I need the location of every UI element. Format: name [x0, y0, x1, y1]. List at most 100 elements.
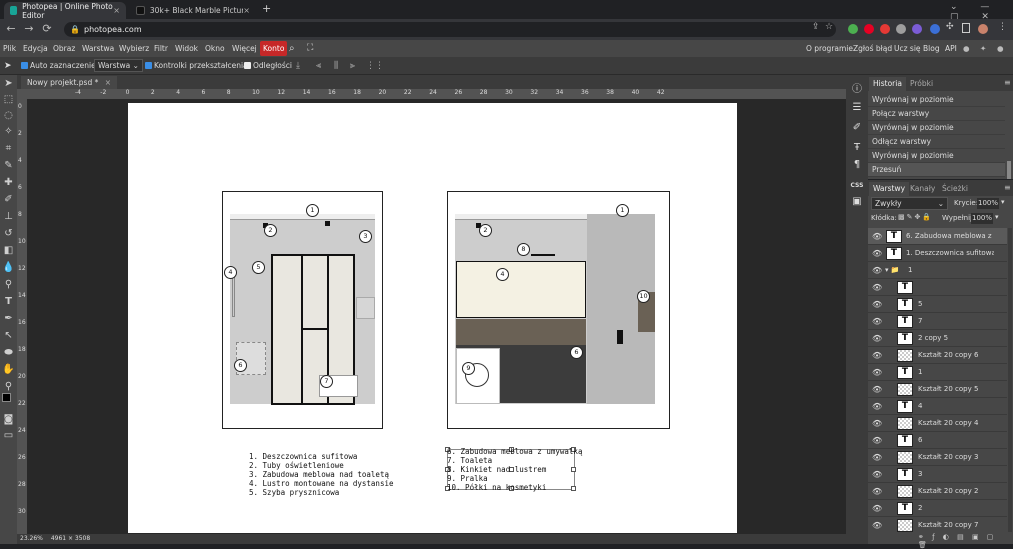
eye-icon[interactable]: 👁 [872, 228, 882, 245]
zoom-level[interactable]: 23.26% [20, 535, 43, 542]
history-brush-tool-icon[interactable]: ↺ [2, 227, 15, 240]
menu-filter[interactable]: Filtr [154, 40, 168, 57]
quick-mask-icon[interactable]: ◙ [2, 413, 15, 426]
move-tool-icon[interactable]: ➤ [2, 77, 15, 90]
scrollbar[interactable] [1007, 161, 1011, 179]
eye-icon[interactable]: 👁 [872, 364, 882, 381]
url-field[interactable]: 🔒 photopea.com [64, 22, 836, 37]
eye-icon[interactable]: 👁 [872, 432, 882, 449]
menu-edit[interactable]: Edycja [23, 40, 48, 57]
layer-actions-icons[interactable]: ⚭ ƒ ◐ ▤ ▣ ▢ 🗑 [918, 533, 1013, 549]
twitter-icon[interactable]: ✦ [980, 40, 986, 57]
clone-stamp-tool-icon[interactable]: ⊥ [2, 210, 15, 223]
chevron-down-icon[interactable]: ▾ [1001, 198, 1005, 206]
scrollbar[interactable] [1008, 228, 1012, 532]
history-item[interactable]: Wyrównaj w poziomie [868, 121, 1005, 135]
transform-controls-checkbox[interactable]: Kontrolki przekształcenia [145, 60, 248, 72]
eye-icon[interactable]: 👁 [872, 415, 882, 432]
reddit-icon[interactable]: ● [963, 40, 970, 57]
align-left-icon[interactable]: ⫷ [316, 60, 321, 72]
marquee-tool-icon[interactable]: ⬚ [2, 93, 15, 106]
opacity-field[interactable]: 100% [977, 198, 999, 209]
screen-mode-icon[interactable]: ▭ [2, 429, 15, 442]
menu-select[interactable]: Wybierz [119, 40, 149, 57]
facebook-icon[interactable]: ● [997, 40, 1004, 57]
eye-icon[interactable]: 👁 [872, 483, 882, 500]
menu-view[interactable]: Widok [175, 40, 198, 57]
character-panel-icon[interactable]: Ŧ [850, 141, 864, 155]
align-center-icon[interactable]: ⫼ [334, 60, 338, 72]
eye-icon[interactable]: 👁 [872, 398, 882, 415]
eye-icon[interactable]: 👁 [872, 500, 882, 517]
layer-row[interactable]: 👁 T 7 [868, 313, 1007, 330]
menu-more[interactable]: Więcej [232, 40, 257, 57]
close-icon[interactable]: × [243, 6, 250, 15]
close-icon[interactable]: × [113, 6, 120, 15]
history-item[interactable]: Połącz warstwy [868, 107, 1005, 121]
eye-icon[interactable]: 👁 [872, 262, 882, 279]
lock-options-icons[interactable]: ▩✎✥🔒 [898, 213, 933, 221]
distribute-icon[interactable]: ⋮⋮ [366, 60, 384, 72]
panel-menu-icon[interactable]: ≡ [1004, 183, 1011, 192]
layer-row[interactable]: 👁 T 1 [868, 364, 1007, 381]
layer-group-row[interactable]: 👁 ▾ 📁 1 [868, 262, 1007, 279]
move-tool-icon[interactable]: ➤ [4, 60, 12, 72]
foreground-color-swatch[interactable] [2, 393, 11, 402]
layer-row[interactable]: 👁 Kształt 20 copy 6 [868, 347, 1007, 364]
layer-row[interactable]: 👁 Kształt 20 copy 2 [868, 483, 1007, 500]
layer-row[interactable]: 👁 T [868, 279, 1007, 296]
eye-icon[interactable]: 👁 [872, 313, 882, 330]
image-panel-icon[interactable]: ▣ [850, 195, 864, 209]
pen-tool-icon[interactable]: ✒ [2, 312, 15, 325]
layer-row[interactable]: 👁 Kształt 20 copy 4 [868, 415, 1007, 432]
tab-history[interactable]: Historia [869, 77, 906, 91]
forward-icon[interactable]: → [22, 22, 36, 36]
info-icon[interactable]: ⓘ [850, 83, 864, 97]
history-item[interactable]: Odłącz warstwy [868, 135, 1005, 149]
chevron-down-icon[interactable]: ▾ [995, 213, 999, 221]
tab-layers[interactable]: Warstwy [869, 182, 910, 196]
paragraph-panel-icon[interactable]: ¶ [850, 158, 864, 172]
about-link[interactable]: O programie [806, 40, 853, 57]
legend-right[interactable]: 6. Zabudowa meblowa z umywalką 7. Toalet… [447, 447, 582, 492]
api-link[interactable]: API [945, 40, 957, 57]
eye-icon[interactable]: 👁 [872, 347, 882, 364]
layer-row[interactable]: 👁 T 4 [868, 398, 1007, 415]
brush-panel-icon[interactable]: ✐ [850, 121, 864, 135]
layer-row[interactable]: 👁 T 2 copy 5 [868, 330, 1007, 347]
eye-icon[interactable]: 👁 [872, 381, 882, 398]
menu-file[interactable]: Plik [3, 40, 16, 57]
dodge-tool-icon[interactable]: ⚲ [2, 278, 15, 291]
extension-grey-icon[interactable] [896, 24, 906, 34]
eye-icon[interactable]: 👁 [872, 517, 882, 532]
crop-tool-icon[interactable]: ⌗ [2, 142, 15, 155]
eye-icon[interactable]: 👁 [872, 245, 882, 262]
new-tab-button[interactable]: + [262, 2, 271, 15]
layer-row[interactable]: 👁 Kształt 20 copy 3 [868, 449, 1007, 466]
auto-select-checkbox[interactable]: Auto zaznaczenie [21, 60, 96, 72]
blend-mode-dropdown[interactable]: Zwykły ⌄ [871, 197, 948, 210]
close-icon[interactable]: × [105, 78, 111, 87]
right-wall-elevation-frame[interactable]: 1 2 8 4 10 6 9 [447, 191, 670, 429]
css-panel-icon[interactable]: CSS [850, 179, 864, 193]
history-item-current[interactable]: Przesuń [868, 163, 1005, 177]
fullscreen-icon[interactable]: ⛶ [307, 40, 313, 57]
tab-swatches[interactable]: Próbki [906, 77, 937, 91]
layer-row[interactable]: 👁 T 5 [868, 296, 1007, 313]
extensions-puzzle-icon[interactable]: ✣ [946, 22, 954, 32]
layer-row[interactable]: 👁 T 2 [868, 500, 1007, 517]
hand-tool-icon[interactable]: ✋ [2, 363, 15, 376]
search-icon[interactable]: ⌕ [289, 40, 295, 57]
more-menu-icon[interactable]: ⋮ [998, 22, 1007, 32]
eye-icon[interactable]: 👁 [872, 449, 882, 466]
properties-icon[interactable]: ☰ [850, 101, 864, 115]
extension-pinterest-icon[interactable] [864, 24, 874, 34]
eye-icon[interactable]: 👁 [872, 279, 882, 296]
layer-row[interactable]: 👁 T 6 [868, 432, 1007, 449]
layer-row[interactable]: 👁 Kształt 20 copy 5 [868, 381, 1007, 398]
document-canvas[interactable]: 1 2 3 4 5 6 7 1 2 8 4 10 6 9 1. Deszczow… [128, 103, 737, 533]
document-tab[interactable]: Nowy projekt.psd * × [21, 76, 118, 89]
eye-icon[interactable]: 👁 [872, 296, 882, 313]
layer-row[interactable]: 👁 Kształt 20 copy 7 [868, 517, 1007, 532]
menu-layer[interactable]: Warstwa [82, 40, 114, 57]
